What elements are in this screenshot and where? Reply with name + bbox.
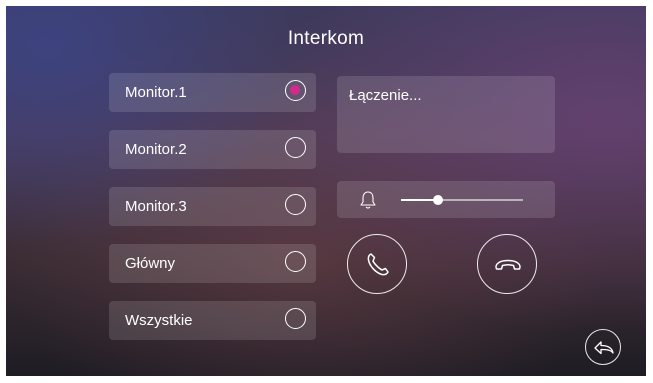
call-status-text: Łączenie... [349, 87, 422, 104]
monitor-item-label: Główny [125, 255, 176, 272]
volume-slider-handle[interactable] [432, 195, 443, 205]
intercom-screen: Interkom Monitor.1 Monitor.2 Monitor.3 G… [6, 6, 646, 376]
monitor-item-1[interactable]: Monitor.1 [109, 73, 316, 112]
monitor-item-label: Monitor.2 [125, 141, 187, 158]
monitor-radio[interactable] [285, 137, 306, 158]
monitor-radio[interactable] [285, 251, 306, 272]
monitor-item-all[interactable]: Wszystkie [109, 301, 316, 340]
status-panel: Łączenie... [337, 76, 555, 153]
answer-call-button[interactable] [347, 234, 407, 294]
monitor-item-3[interactable]: Monitor.3 [109, 187, 316, 226]
monitor-item-2[interactable]: Monitor.2 [109, 130, 316, 169]
volume-control [337, 181, 555, 218]
phone-answer-icon [367, 253, 389, 276]
monitor-item-label: Wszystkie [125, 312, 193, 329]
back-button[interactable] [585, 329, 621, 365]
back-arrow-icon [594, 341, 614, 355]
hangup-call-button[interactable] [477, 234, 537, 294]
monitor-item-label: Monitor.1 [125, 84, 187, 101]
monitor-radio[interactable] [285, 194, 306, 215]
monitor-item-main[interactable]: Główny [109, 244, 316, 283]
page-title: Interkom [287, 28, 365, 49]
radio-selected-dot [290, 85, 300, 95]
phone-hangup-icon [495, 259, 521, 270]
bell-icon [360, 191, 376, 209]
monitor-radio[interactable] [285, 308, 306, 329]
monitor-item-label: Monitor.3 [125, 198, 187, 215]
monitor-radio[interactable] [285, 80, 306, 101]
volume-slider[interactable] [401, 195, 523, 205]
